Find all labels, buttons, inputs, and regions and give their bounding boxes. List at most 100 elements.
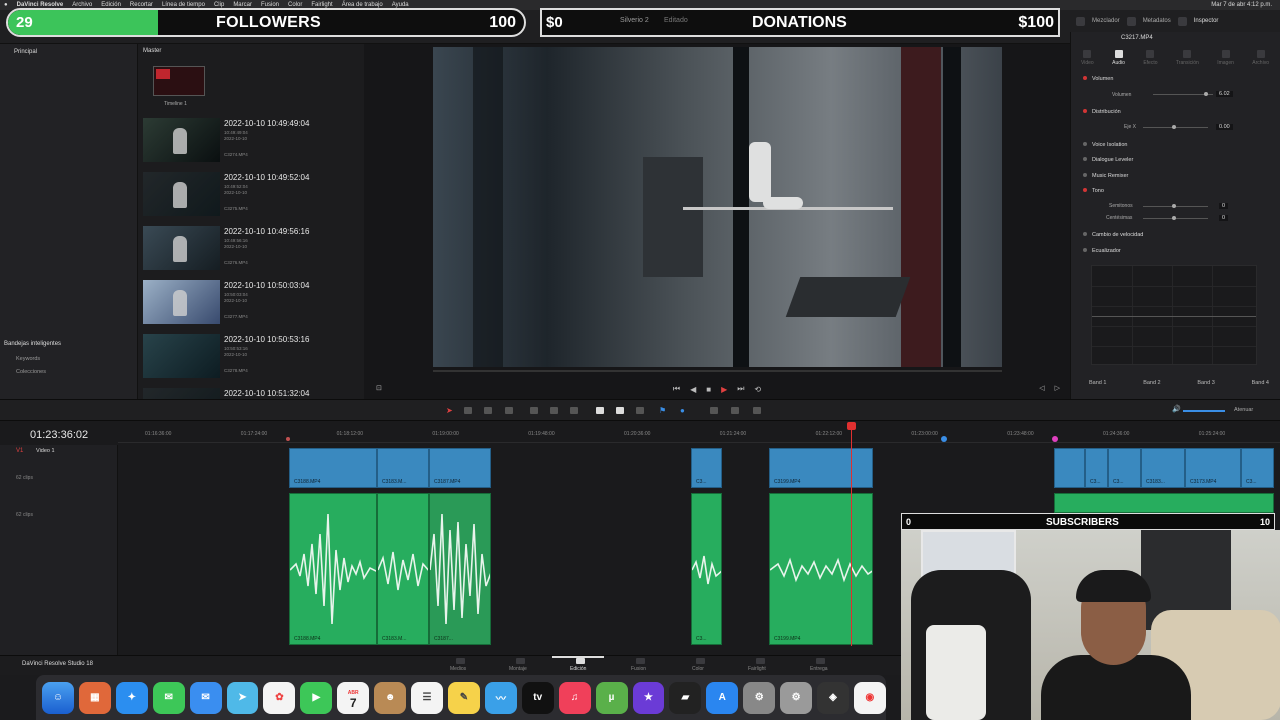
- video-clip[interactable]: C3188.MP4: [289, 448, 377, 488]
- tab-metadatos[interactable]: Metadatos: [1143, 18, 1171, 24]
- video-preview[interactable]: [433, 47, 1002, 367]
- facetime-icon[interactable]: ▶: [300, 681, 333, 714]
- smart-bin-keywords[interactable]: Keywords: [16, 356, 40, 362]
- playhead-handle[interactable]: [847, 422, 856, 430]
- match-frame-icon[interactable]: ▷: [1055, 384, 1060, 392]
- timeline-timecode[interactable]: 01:23:36:02: [30, 429, 88, 441]
- edit-page-icon[interactable]: [576, 658, 585, 664]
- section-voice-isolation[interactable]: Voice Isolation: [1083, 142, 1127, 148]
- semitones-value[interactable]: 0: [1219, 203, 1229, 209]
- video-clip[interactable]: C3...: [691, 448, 722, 488]
- page-fusion[interactable]: Fusion: [631, 666, 646, 672]
- trim-tool-icon[interactable]: [464, 407, 472, 414]
- maps-icon[interactable]: ➤: [226, 681, 259, 714]
- eq-band-2[interactable]: Band 2: [1143, 380, 1160, 386]
- timeline-marker[interactable]: [286, 437, 290, 441]
- media-clip-item[interactable]: 2022-10-10 10:50:03:04 10:50:03:04 2022-1…: [143, 278, 358, 326]
- tab-imagen[interactable]: Imagen: [1217, 50, 1234, 72]
- timeline-marker[interactable]: [1052, 436, 1058, 442]
- video-clip[interactable]: C3183.M...: [377, 448, 429, 488]
- reminders-icon[interactable]: ☰: [411, 681, 443, 714]
- video-track-id[interactable]: V1: [16, 448, 23, 454]
- tab-video[interactable]: Video: [1081, 50, 1094, 72]
- launchpad-icon[interactable]: ▦: [78, 681, 111, 714]
- section-dialogue-leveler[interactable]: Dialogue Leveler: [1083, 157, 1133, 163]
- cents-value[interactable]: 0: [1219, 215, 1229, 221]
- tab-inspector[interactable]: Inspector: [1194, 18, 1219, 24]
- messages-icon[interactable]: ✉: [152, 681, 185, 714]
- tab-archivo[interactable]: Archivo: [1252, 50, 1269, 72]
- section-cambio-velocidad[interactable]: Cambio de velocidad: [1083, 232, 1143, 238]
- apple-tv-icon[interactable]: tv: [521, 681, 554, 714]
- utorrent-icon[interactable]: µ: [595, 681, 628, 714]
- page-edicion[interactable]: Edición: [570, 666, 586, 672]
- notes-icon[interactable]: ✎: [447, 681, 480, 714]
- equalizer-graph[interactable]: [1091, 265, 1257, 365]
- position-lock-icon[interactable]: [636, 407, 644, 414]
- clock[interactable]: Mar 7 de abr 4:12 p.m.: [1211, 2, 1272, 8]
- linked-selection-icon[interactable]: [616, 407, 624, 414]
- mute-button[interactable]: Atenuar: [1234, 407, 1253, 413]
- tab-audio[interactable]: Audio: [1112, 50, 1125, 72]
- color-page-icon[interactable]: [696, 658, 705, 664]
- eq-band-4[interactable]: Band 4: [1252, 380, 1269, 386]
- flag-icon[interactable]: ⚑: [659, 406, 666, 415]
- zoom-detail-icon[interactable]: [731, 407, 739, 414]
- selection-tool-icon[interactable]: ➤: [446, 406, 453, 415]
- blade-tool-icon[interactable]: [505, 407, 513, 414]
- bin-principal[interactable]: Principal: [14, 49, 37, 55]
- pan-x-value[interactable]: 0.00: [1216, 124, 1233, 130]
- audio-clip[interactable]: [1054, 493, 1274, 513]
- fusion-page-icon[interactable]: [636, 658, 645, 664]
- audio-clip[interactable]: C3183.M...: [377, 493, 429, 645]
- section-volumen[interactable]: Volumen: [1083, 76, 1113, 82]
- cut-page-icon[interactable]: [516, 658, 525, 664]
- snapping-icon[interactable]: [596, 407, 604, 414]
- final-cut-icon[interactable]: ▰: [669, 681, 702, 714]
- smart-bins-heading[interactable]: Bandejas inteligentes: [4, 341, 61, 347]
- prev-edit-icon[interactable]: ◁: [1039, 384, 1044, 392]
- photos-icon[interactable]: ✿: [263, 681, 296, 714]
- tab-transicion[interactable]: Transición: [1176, 50, 1199, 72]
- deliver-page-icon[interactable]: [816, 658, 825, 664]
- contacts-icon[interactable]: ☻: [374, 681, 407, 714]
- page-montaje[interactable]: Montaje: [509, 666, 527, 672]
- overwrite-clip-icon[interactable]: [550, 407, 558, 414]
- video-clip[interactable]: C3173.MP4: [1185, 448, 1241, 488]
- video-clip[interactable]: C3187.MP4: [429, 448, 491, 488]
- play-icon[interactable]: ▶: [721, 385, 727, 394]
- davinci-resolve-icon[interactable]: ◈: [817, 681, 849, 714]
- audio-clip[interactable]: C3188.MP4: [289, 493, 377, 645]
- dynamic-trim-icon[interactable]: [484, 407, 492, 414]
- section-distribucion[interactable]: Distribución: [1083, 109, 1121, 115]
- volume-icon[interactable]: 🔊: [1172, 405, 1181, 413]
- go-to-end-icon[interactable]: ⏭: [737, 384, 744, 394]
- replace-clip-icon[interactable]: [570, 407, 578, 414]
- page-medios[interactable]: Medios: [450, 666, 466, 672]
- tab-efecto[interactable]: Efecto: [1143, 50, 1158, 72]
- semitones-knob[interactable]: [1172, 204, 1176, 208]
- video-clip[interactable]: C3...: [1241, 448, 1274, 488]
- media-clip-item[interactable]: 2022-10-10 10:50:53:16 10:50:53:16 2022-1…: [143, 332, 358, 380]
- video-clip[interactable]: C3183...: [1141, 448, 1185, 488]
- zoom-full-icon[interactable]: [710, 407, 718, 414]
- video-clip[interactable]: C3199.MP4: [769, 448, 873, 488]
- video-clip[interactable]: C3...: [1108, 448, 1141, 488]
- freeform-icon[interactable]: 〰: [484, 681, 517, 714]
- video-clip[interactable]: [1054, 448, 1085, 488]
- eq-band-3[interactable]: Band 3: [1197, 380, 1214, 386]
- timeline-marker[interactable]: [941, 436, 947, 442]
- compressor-icon[interactable]: ⚙: [743, 681, 776, 714]
- section-music-remixer[interactable]: Music Remixer: [1083, 173, 1128, 179]
- go-to-start-icon[interactable]: ⏮: [673, 384, 680, 394]
- imovie-icon[interactable]: ★: [632, 681, 665, 714]
- pan-x-slider-knob[interactable]: [1172, 125, 1176, 129]
- audio-clip[interactable]: C3187...: [429, 493, 491, 645]
- eq-band-1[interactable]: Band 1: [1089, 380, 1106, 386]
- calendar-icon[interactable]: ABR 7: [337, 681, 370, 714]
- section-ecualizador[interactable]: Ecualizador: [1083, 248, 1121, 254]
- playhead[interactable]: [851, 424, 852, 646]
- loop-icon[interactable]: ⟲: [754, 385, 761, 394]
- audio-clip[interactable]: C3...: [691, 493, 722, 645]
- audio-clip[interactable]: C3199.MP4: [769, 493, 873, 645]
